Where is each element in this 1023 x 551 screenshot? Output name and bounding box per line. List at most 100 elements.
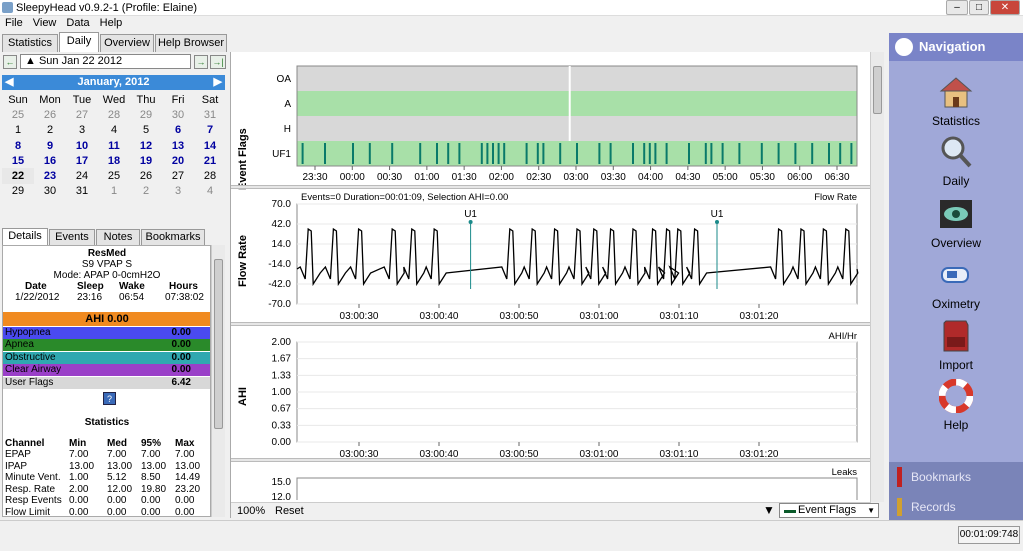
calendar-day[interactable]: 23	[34, 168, 66, 183]
graph-scroll-thumb[interactable]	[873, 66, 882, 114]
tab-daily[interactable]: Daily	[59, 32, 99, 52]
calendar-day[interactable]: 29	[2, 184, 34, 199]
stats-cell: 13.00	[141, 460, 167, 472]
tab-events[interactable]: Events	[49, 229, 95, 245]
x-tick-label: 05:00	[713, 172, 738, 183]
dropdown-toggle-icon[interactable]: ▼	[763, 503, 775, 517]
tab-details[interactable]: Details	[2, 228, 48, 245]
ahi-summary: AHI 0.00	[3, 312, 210, 326]
nav-help[interactable]: Help	[889, 378, 1023, 432]
menu-help[interactable]: Help	[95, 16, 128, 30]
details-scroll-thumb[interactable]	[214, 259, 223, 429]
calendar-day[interactable]: 2	[130, 184, 162, 199]
x-tick-label: 01:30	[452, 172, 477, 183]
tab-overview[interactable]: Overview	[100, 34, 154, 52]
menu-view[interactable]: View	[28, 16, 62, 30]
calendar-day[interactable]: 19	[130, 153, 162, 168]
graph-select-dropdown[interactable]: Event Flags ▼	[779, 503, 879, 518]
calendar-day[interactable]: 1	[98, 184, 130, 199]
prev-month-icon[interactable]: ◀	[5, 75, 13, 90]
calendar-day[interactable]: 21	[194, 153, 226, 168]
last-day-button[interactable]: →|	[210, 55, 226, 69]
maximize-button[interactable]: □	[969, 0, 989, 15]
next-month-icon[interactable]: ▶	[214, 75, 222, 90]
calendar-day[interactable]: 27	[66, 107, 98, 122]
calendar-day[interactable]: 31	[66, 184, 98, 199]
date-selector[interactable]: ▲ Sun Jan 22 2012	[20, 54, 191, 69]
calendar-day[interactable]: 6	[162, 123, 194, 138]
next-day-button[interactable]: →	[194, 55, 208, 69]
tab-statistics[interactable]: Statistics	[2, 34, 58, 52]
calendar-day[interactable]: 4	[194, 184, 226, 199]
machine-model: S9 VPAP S	[81, 259, 133, 270]
y-tick-label: 0.33	[272, 420, 292, 431]
calendar-day[interactable]: 25	[98, 168, 130, 183]
calendar-day[interactable]: 31	[194, 107, 226, 122]
details-scrollbar[interactable]	[211, 245, 225, 517]
prev-day-button[interactable]: ←	[3, 55, 17, 69]
calendar-day[interactable]: 28	[194, 168, 226, 183]
nav-overview[interactable]: Overview	[889, 197, 1023, 250]
sidebar-bookmarks[interactable]: Bookmarks	[889, 462, 1023, 492]
flow-rate-chart[interactable]: Events=0 Duration=00:01:09, Selection AH…	[231, 189, 871, 322]
reset-button[interactable]: Reset	[275, 505, 304, 517]
index-label: User Flags	[5, 376, 54, 388]
stats-cell: Resp Events	[5, 495, 62, 506]
calendar-day[interactable]: 26	[130, 168, 162, 183]
help-icon[interactable]: ?	[103, 392, 116, 405]
tab-notes[interactable]: Notes	[96, 229, 140, 245]
calendar-day[interactable]: 24	[66, 168, 98, 183]
zoom-level: 100%	[237, 505, 266, 517]
close-button[interactable]: ✕	[990, 0, 1020, 15]
calendar-day[interactable]: 12	[130, 138, 162, 153]
title-bar: SleepyHead v0.9.2-1 (Profile: Elaine) – …	[0, 0, 1023, 16]
minimize-button[interactable]: –	[946, 0, 968, 15]
calendar-day[interactable]: 20	[162, 153, 194, 168]
graph-scrollbar[interactable]	[870, 52, 884, 502]
leaks-chart[interactable]: Leaks 15.0 12.0	[231, 462, 871, 500]
calendar-day[interactable]: 28	[98, 107, 130, 122]
calendar-day[interactable]: 4	[98, 123, 130, 138]
calendar-day[interactable]: 27	[162, 168, 194, 183]
nav-daily[interactable]: Daily	[889, 135, 1023, 188]
stats-cell: 0.00	[107, 506, 127, 517]
calendar-day[interactable]: 11	[98, 138, 130, 153]
records-icon	[897, 498, 902, 516]
nav-import[interactable]: Import	[889, 319, 1023, 372]
calendar-day[interactable]: 10	[66, 138, 98, 153]
calendar-day[interactable]: 30	[162, 107, 194, 122]
calendar-week-row: 29 30 31 1 2 3 4	[2, 184, 226, 199]
calendar-day[interactable]: 9	[34, 138, 66, 153]
nav-oximetry[interactable]: Oximetry	[889, 258, 1023, 311]
calendar-day[interactable]: 3	[162, 184, 194, 199]
calendar-day[interactable]: 14	[194, 138, 226, 153]
calendar-day[interactable]: 18	[98, 153, 130, 168]
calendar-day[interactable]: 16	[34, 153, 66, 168]
calendar-day[interactable]: 2	[34, 123, 66, 138]
sidebar-records[interactable]: Records	[889, 492, 1023, 522]
tab-bookmarks[interactable]: Bookmarks	[141, 229, 205, 245]
calendar-day[interactable]: 5	[130, 123, 162, 138]
menu-file[interactable]: File	[0, 16, 28, 30]
ahi-chart[interactable]: AHI/Hr 2.00 1.67 1.33 1.00 0.67 0.33 0.00 03:00:…	[231, 326, 871, 458]
calendar-day[interactable]: 1	[2, 123, 34, 138]
calendar-day[interactable]: 13	[162, 138, 194, 153]
stats-cell: 7.00	[69, 449, 89, 460]
calendar-day[interactable]: 29	[130, 107, 162, 122]
calendar-day[interactable]: 15	[2, 153, 34, 168]
nav-statistics[interactable]: Statistics	[889, 75, 1023, 128]
calendar-day[interactable]: 22	[2, 168, 34, 184]
tab-help-browser[interactable]: Help Browser	[155, 34, 227, 52]
calendar-day[interactable]: 8	[2, 138, 34, 153]
x-tick-label: 03:01:20	[740, 449, 779, 458]
calendar-day[interactable]: 26	[34, 107, 66, 122]
x-tick-label: 04:00	[638, 172, 663, 183]
calendar-day[interactable]: 25	[2, 107, 34, 122]
calendar-day[interactable]: 7	[194, 123, 226, 138]
event-flags-chart[interactable]: OA A H UF1 23:30 00:00 00:30 01:00 01:30 02:00 02:…	[231, 52, 871, 186]
calendar-day[interactable]: 30	[34, 184, 66, 199]
header-wake: Wake	[119, 281, 145, 292]
menu-data[interactable]: Data	[61, 16, 94, 30]
calendar-day[interactable]: 3	[66, 123, 98, 138]
calendar-day[interactable]: 17	[66, 153, 98, 168]
